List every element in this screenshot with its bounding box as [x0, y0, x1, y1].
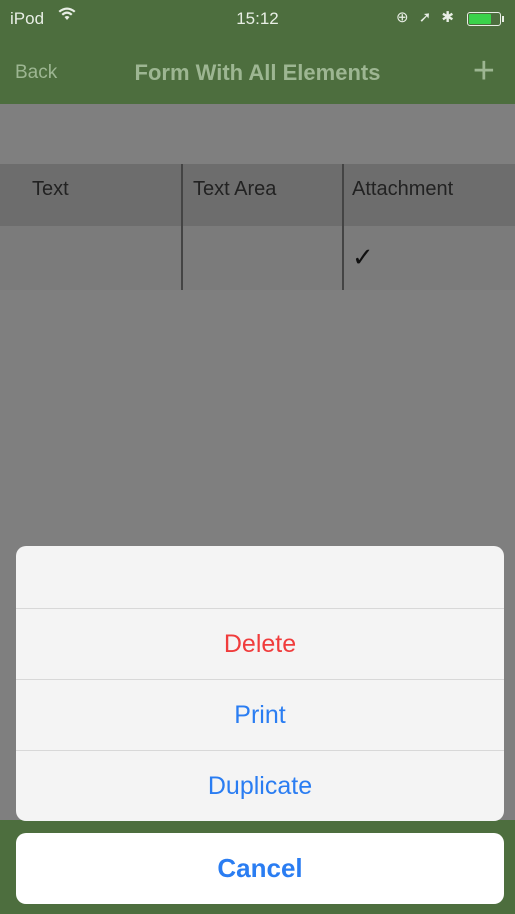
battery-level	[469, 14, 492, 24]
column-header-attachment[interactable]: Attachment	[342, 164, 515, 226]
checkmark-icon: ✓	[352, 242, 374, 272]
delete-button[interactable]: Delete	[16, 609, 504, 680]
add-icon[interactable]: +	[473, 52, 495, 90]
column-header-text-area[interactable]: Text Area	[181, 164, 342, 226]
cell-text	[0, 226, 181, 290]
filter-area	[0, 104, 515, 164]
page-title: Form With All Elements	[134, 60, 381, 85]
column-header-text[interactable]: Text	[0, 164, 181, 226]
navigation-bar: Back Form With All Elements +	[0, 38, 515, 104]
table-header: Text Text Area Attachment	[0, 164, 515, 226]
table-row[interactable]: ✓	[0, 226, 515, 290]
status-indicators: ⊕ ➚ ✱	[395, 9, 457, 26]
status-bar: iPod 15:12 ⊕ ➚ ✱	[0, 0, 515, 38]
duplicate-button[interactable]: Duplicate	[16, 751, 504, 821]
battery-icon	[467, 12, 504, 26]
cell-attachment: ✓	[342, 226, 515, 290]
action-sheet-header	[16, 546, 504, 609]
action-sheet: Delete Print Duplicate	[16, 546, 504, 821]
print-button[interactable]: Print	[16, 680, 504, 751]
cell-text-area	[181, 226, 342, 290]
cancel-button[interactable]: Cancel	[16, 833, 504, 904]
